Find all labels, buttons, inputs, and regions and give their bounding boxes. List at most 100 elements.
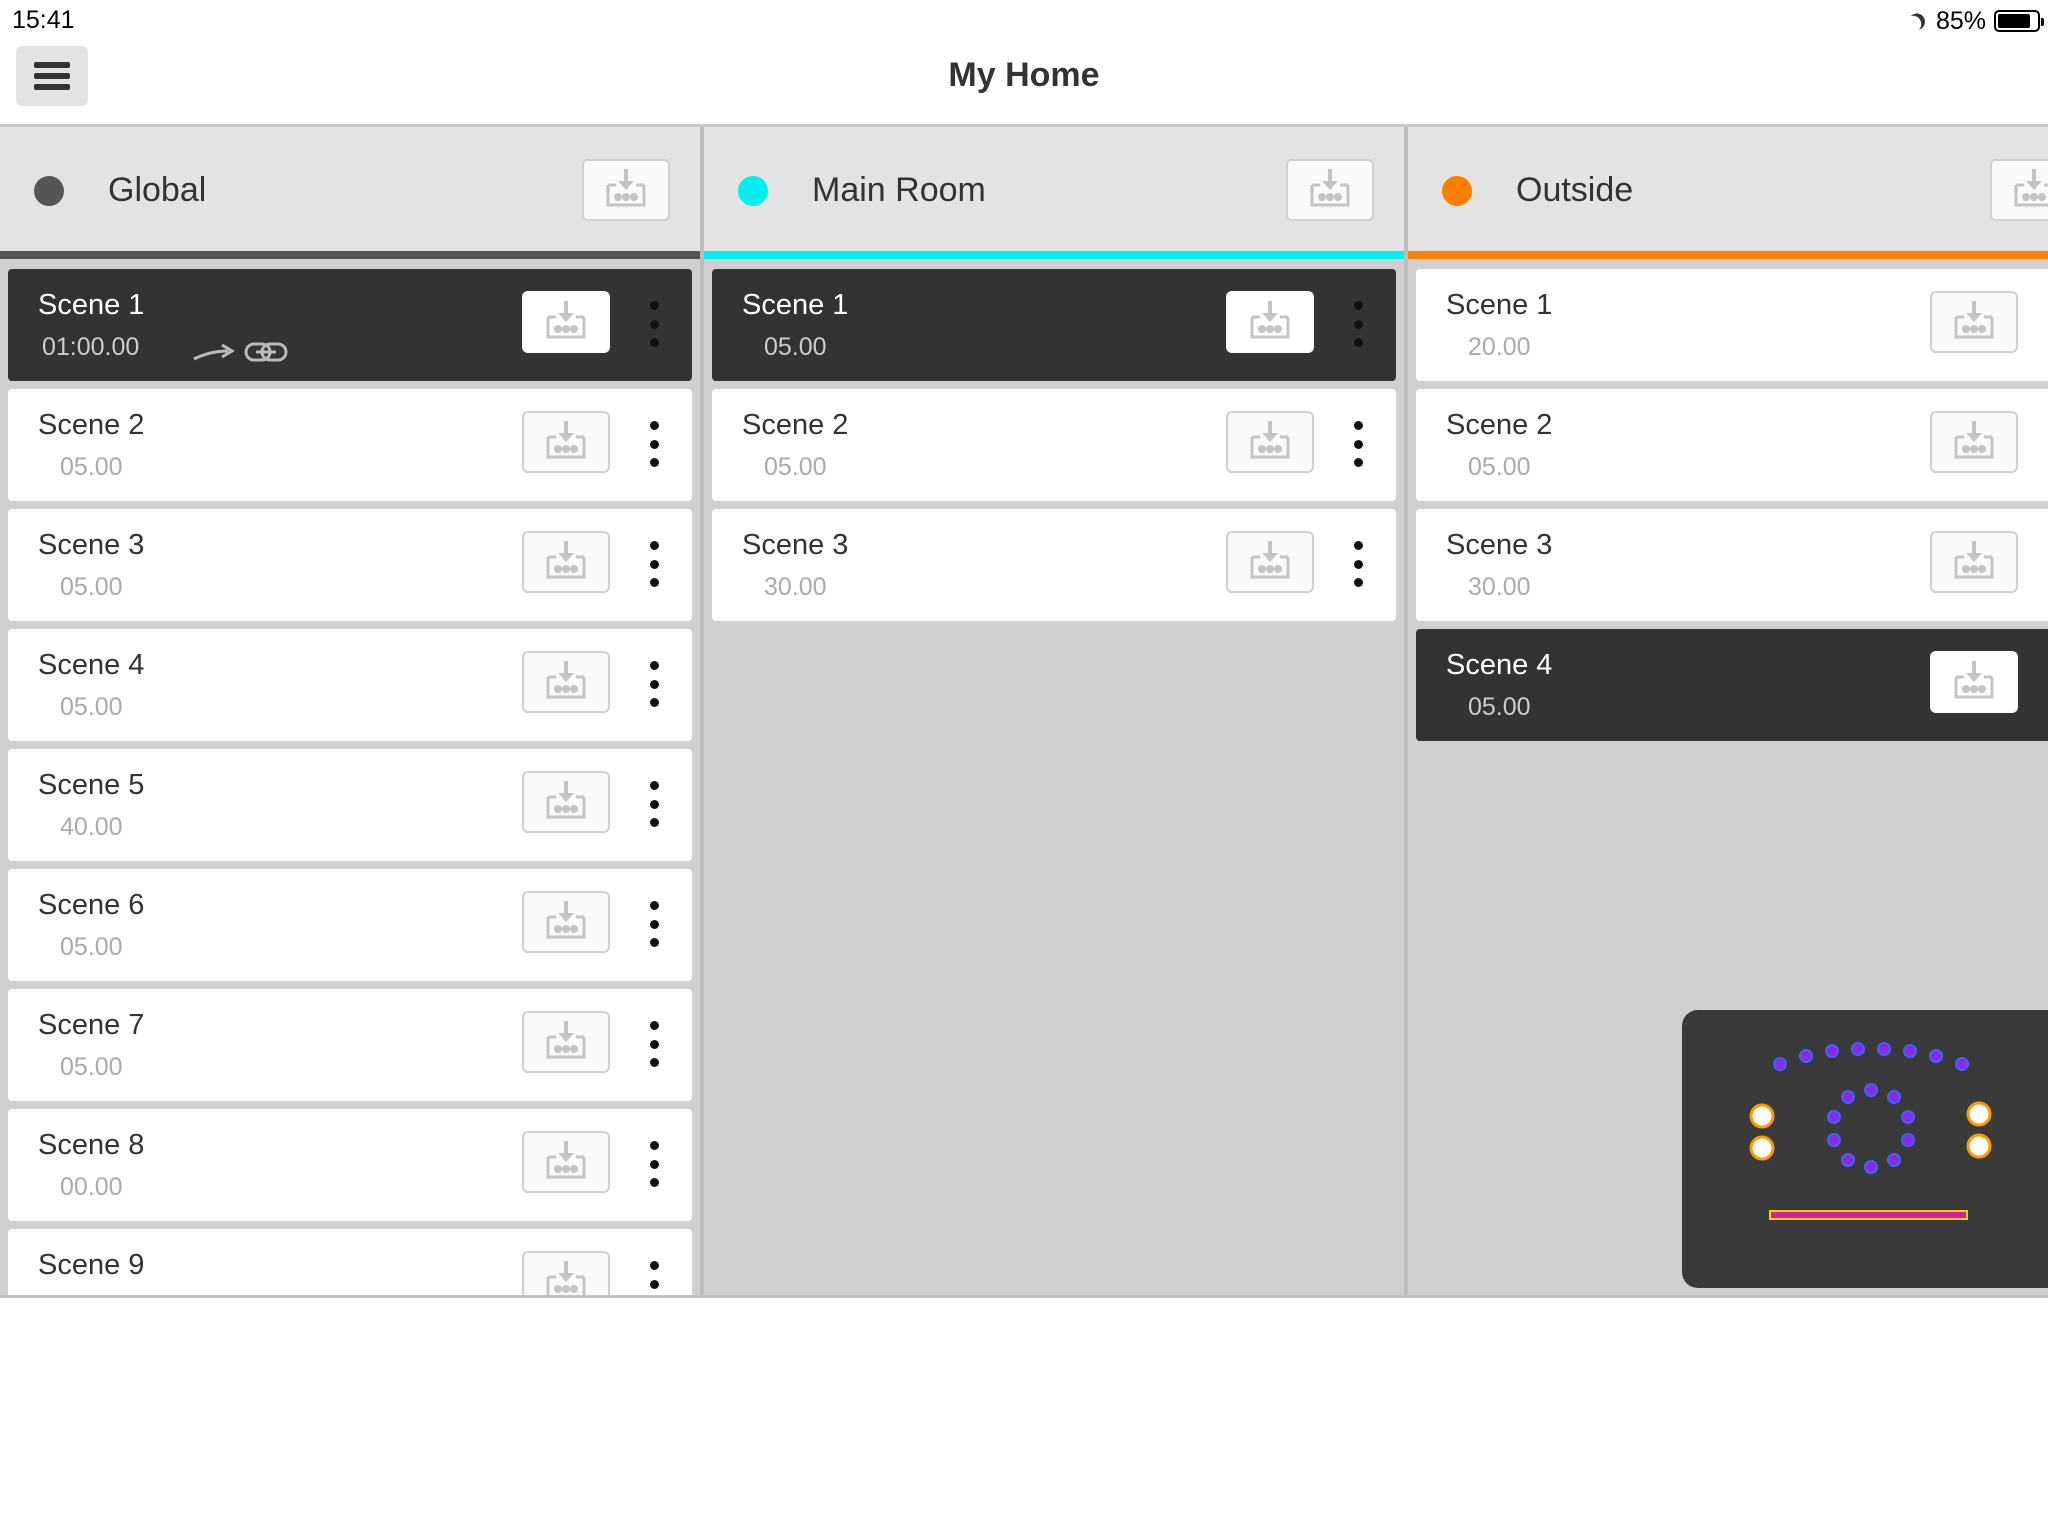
scene-fade-time: 40.00 (60, 813, 123, 841)
zone-header[interactable]: Outside (1408, 127, 2048, 251)
scene-recall-button[interactable] (1226, 531, 1314, 593)
more-options-icon[interactable] (1348, 421, 1368, 467)
fixture-layout-icon (1749, 1042, 1992, 1220)
scene-fade-time: 00.00 (60, 1173, 123, 1201)
scene-card[interactable]: Scene 1 01:00.00 (8, 269, 692, 381)
scene-name: Scene 7 (38, 1009, 145, 1041)
scene-card[interactable]: Scene 2 05.00 (1416, 389, 2048, 501)
zone-recall-button[interactable] (1286, 159, 1374, 221)
more-options-icon[interactable] (644, 541, 664, 587)
more-options-icon[interactable] (644, 781, 664, 827)
recall-icon (1950, 417, 1998, 468)
scene-recall-button[interactable] (1930, 411, 2018, 473)
scene-name: Scene 1 (1446, 289, 1553, 321)
scene-recall-button[interactable] (522, 1011, 610, 1073)
scene-recall-button[interactable] (522, 1131, 610, 1193)
recall-icon (542, 1257, 590, 1295)
scene-card[interactable]: Scene 5 40.00 (8, 749, 692, 861)
more-options-icon[interactable] (644, 1021, 664, 1067)
scene-card[interactable]: Scene 3 30.00 (1416, 509, 2048, 621)
scene-recall-button[interactable] (522, 771, 610, 833)
zone-color-bar (704, 251, 1404, 259)
battery-icon (1994, 10, 2044, 32)
recall-icon (542, 897, 590, 948)
scene-recall-button[interactable] (1930, 531, 2018, 593)
more-options-icon[interactable] (644, 301, 664, 347)
zones-area[interactable]: Global Scene 1 01:00.00 Scene 2 05.00 Sc… (0, 127, 2048, 1298)
scene-recall-button[interactable] (522, 531, 610, 593)
recall-icon (1306, 165, 1354, 216)
scene-fade-time: 05.00 (764, 333, 827, 361)
scene-name: Scene 2 (742, 409, 849, 441)
zone-color-dot (1442, 176, 1472, 206)
scene-fade-time: 01:00.00 (42, 333, 140, 361)
status-indicators: 85% (1906, 6, 2044, 36)
scene-card[interactable]: Scene 6 05.00 (8, 869, 692, 981)
scene-fade-time: 05.00 (1468, 693, 1531, 721)
scene-card[interactable]: Scene 4 05.00 (8, 629, 692, 741)
scene-recall-button[interactable] (1226, 411, 1314, 473)
more-options-icon[interactable] (1348, 301, 1368, 347)
more-options-icon[interactable] (644, 1261, 664, 1295)
zone-recall-button[interactable] (582, 159, 670, 221)
scene-card[interactable]: Scene 3 30.00 (712, 509, 1396, 621)
recall-icon (2010, 165, 2048, 216)
scene-recall-button[interactable] (522, 891, 610, 953)
scene-recall-button[interactable] (522, 651, 610, 713)
zone-color-dot (34, 176, 64, 206)
scene-name: Scene 2 (1446, 409, 1553, 441)
scene-card[interactable]: Scene 8 00.00 (8, 1109, 692, 1221)
scene-card[interactable]: Scene 2 05.00 (8, 389, 692, 501)
zone-name: Global (108, 171, 207, 209)
scene-fade-time: 30.00 (1468, 573, 1531, 601)
zone-header[interactable]: Global (0, 127, 700, 251)
scene-fade-time: 30.00 (764, 573, 827, 601)
more-options-icon[interactable] (644, 421, 664, 467)
recall-icon (1246, 537, 1294, 588)
scene-card[interactable]: Scene 2 05.00 (712, 389, 1396, 501)
recall-icon (1950, 657, 1998, 708)
scene-name: Scene 3 (38, 529, 145, 561)
scene-card[interactable]: Scene 4 05.00 (1416, 629, 2048, 741)
floor-plan-preview[interactable] (1682, 1010, 2048, 1288)
scene-fade-time: 05.00 (60, 573, 123, 601)
recall-icon (542, 537, 590, 588)
more-options-icon[interactable] (644, 901, 664, 947)
scene-recall-button[interactable] (1226, 291, 1314, 353)
recall-icon (1950, 537, 1998, 588)
scene-recall-button[interactable] (522, 291, 610, 353)
zone-header[interactable]: Main Room (704, 127, 1404, 251)
scene-fade-time: 05.00 (60, 1053, 123, 1081)
scene-recall-button[interactable] (1930, 651, 2018, 713)
battery-percent: 85% (1935, 6, 1986, 35)
more-options-icon[interactable] (1348, 541, 1368, 587)
scene-card[interactable]: Scene 1 20.00 (1416, 269, 2048, 381)
recall-icon (1246, 417, 1294, 468)
recall-icon (542, 1017, 590, 1068)
scene-recall-button[interactable] (522, 1251, 610, 1295)
scene-card[interactable]: Scene 7 05.00 (8, 989, 692, 1101)
scene-name: Scene 3 (1446, 529, 1553, 561)
battery-level (1998, 14, 2031, 28)
scene-fade-time: 20.00 (1468, 333, 1531, 361)
scene-fade-time: 05.00 (1468, 453, 1531, 481)
scene-fade-time: 05.00 (60, 453, 123, 481)
more-options-icon[interactable] (644, 661, 664, 707)
zone-name: Main Room (812, 171, 986, 209)
scene-fade-time: 05.00 (60, 693, 123, 721)
recall-icon (1950, 297, 1998, 348)
scene-card[interactable]: Scene 9 (8, 1229, 692, 1295)
recall-icon (1246, 297, 1294, 348)
zone-color-bar (0, 251, 700, 259)
status-time: 15:41 (12, 6, 75, 34)
more-options-icon[interactable] (644, 1141, 664, 1187)
scene-name: Scene 9 (38, 1249, 145, 1281)
scene-name: Scene 5 (38, 769, 145, 801)
scene-recall-button[interactable] (522, 411, 610, 473)
scene-card[interactable]: Scene 3 05.00 (8, 509, 692, 621)
zone-recall-button[interactable] (1990, 159, 2048, 221)
scene-recall-button[interactable] (1930, 291, 2018, 353)
recall-icon (602, 165, 650, 216)
status-bar: 15:41 85% (0, 0, 2048, 40)
scene-card[interactable]: Scene 1 05.00 (712, 269, 1396, 381)
